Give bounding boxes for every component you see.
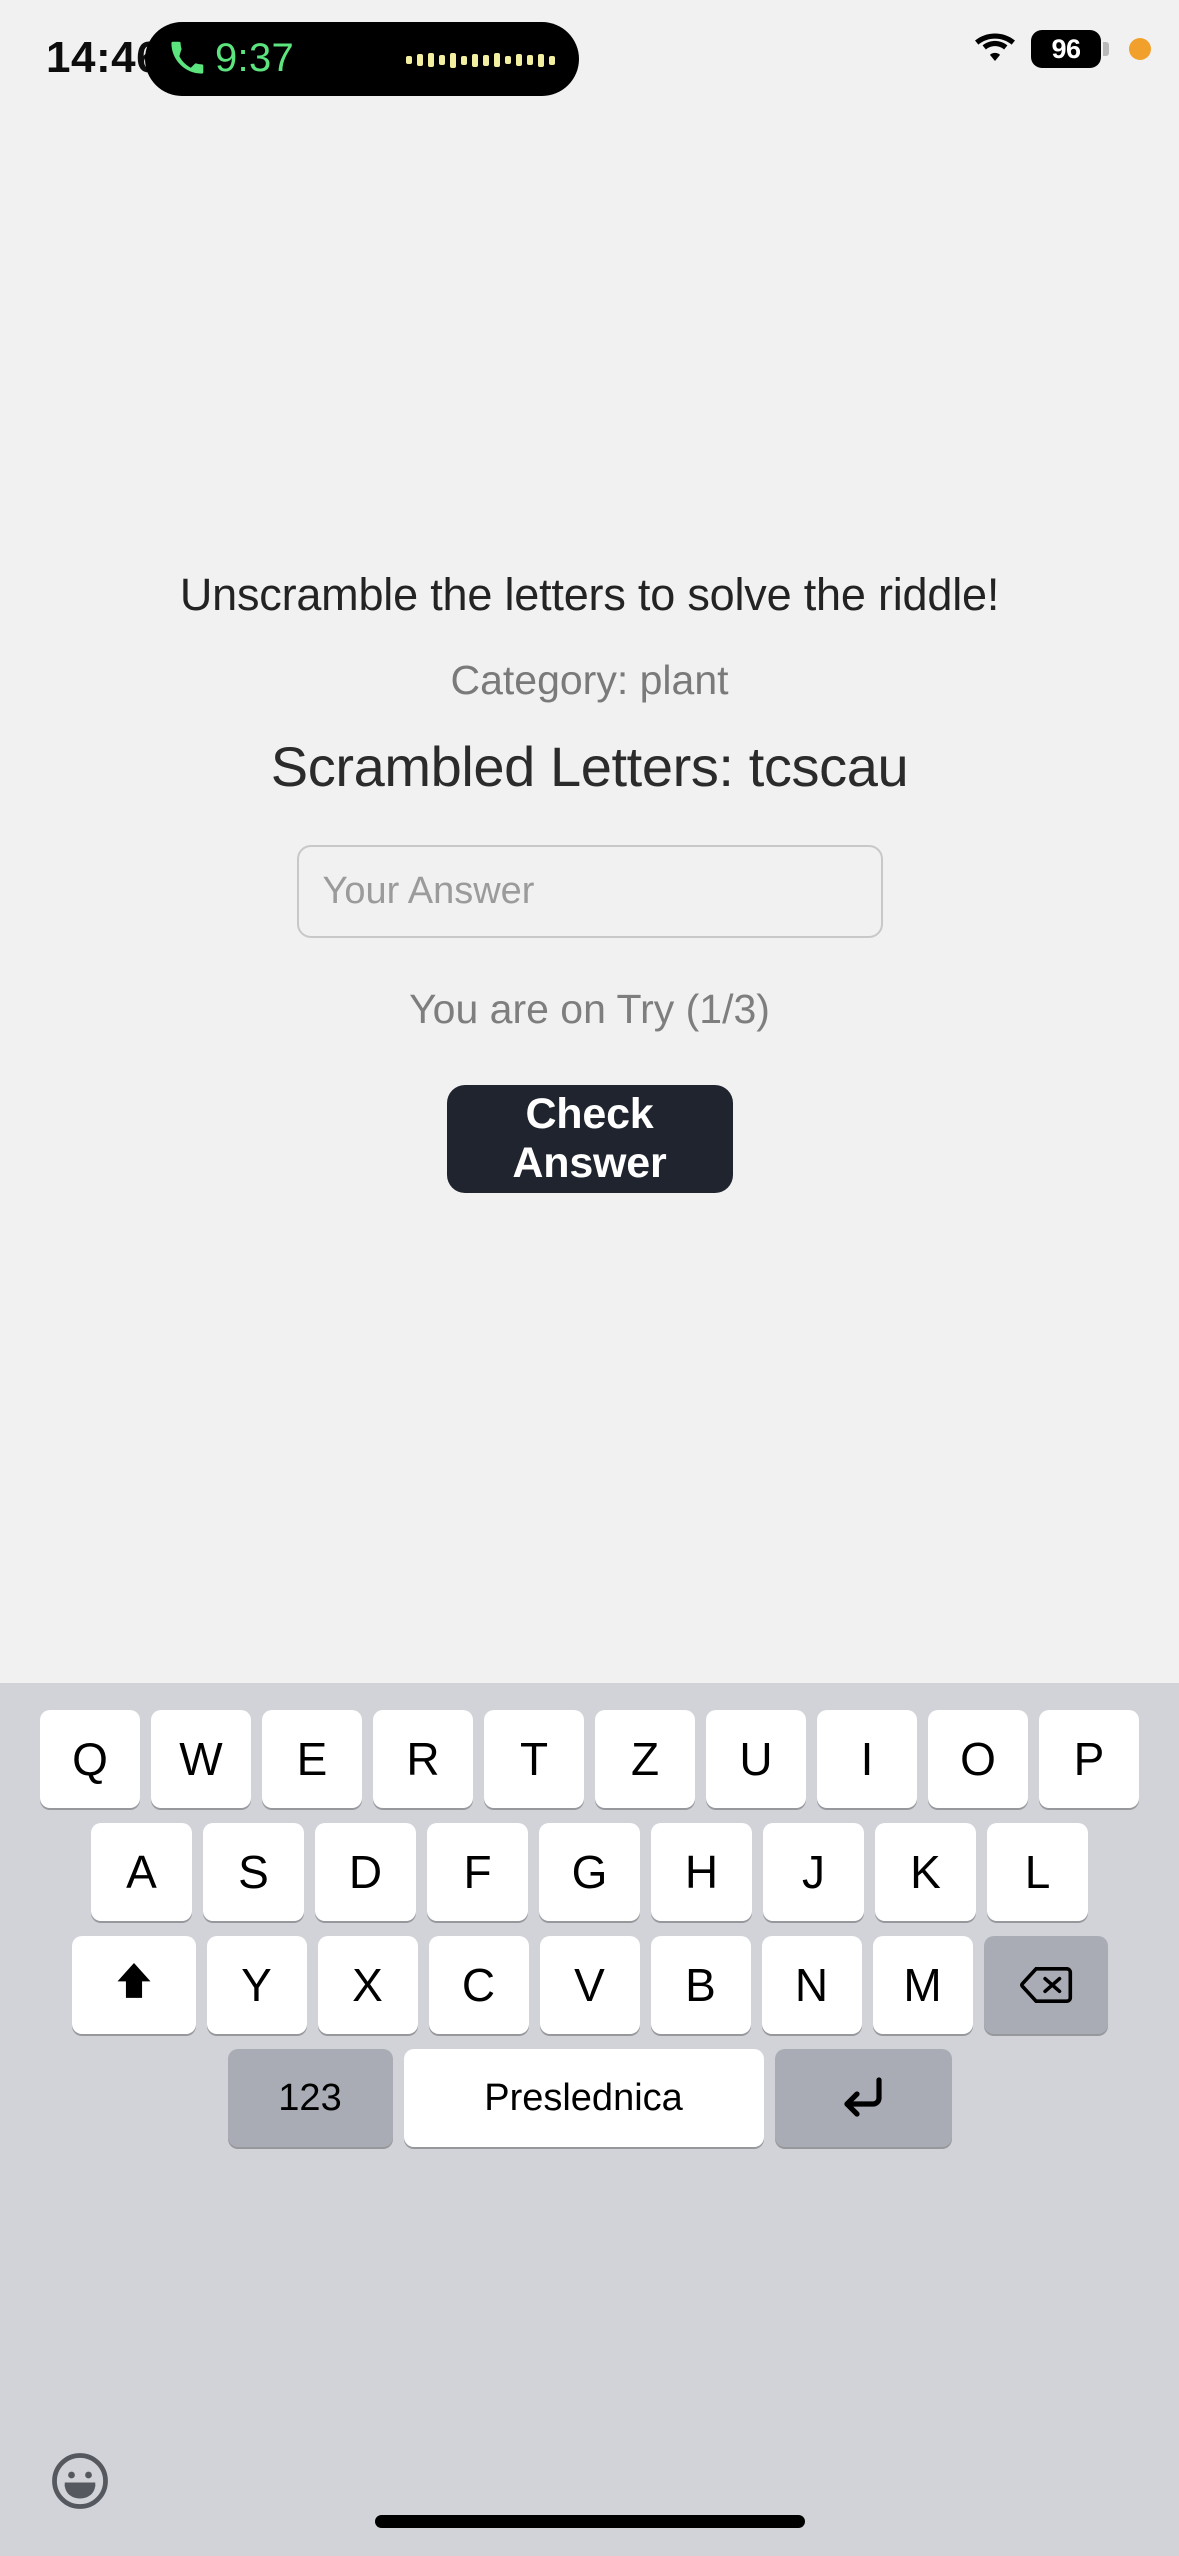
backspace-delete-icon: [1019, 1967, 1072, 2003]
key-s[interactable]: S: [203, 1823, 304, 1921]
keyboard-row-2: A S D F G H J K L: [0, 1808, 1179, 1921]
keyboard-row-3: Y X C V B N M: [0, 1921, 1179, 2034]
shift-key[interactable]: [71, 1936, 196, 2034]
space-key[interactable]: Preslednica: [403, 2049, 764, 2147]
key-v[interactable]: V: [539, 1936, 640, 2034]
key-g[interactable]: G: [539, 1823, 640, 1921]
key-k[interactable]: K: [875, 1823, 976, 1921]
home-indicator: [374, 2515, 805, 2528]
call-waveform-icon: [406, 52, 555, 68]
scrambled-letters-label: Scrambled Letters: tcscau: [270, 734, 909, 798]
key-u[interactable]: U: [706, 1710, 806, 1808]
try-status-text: You are on Try (1/3): [409, 985, 770, 1032]
return-key[interactable]: [774, 2049, 952, 2147]
privacy-indicator-dot: [1129, 38, 1151, 60]
keyboard-row-1: Q W E R T Z U I O P: [0, 1683, 1179, 1808]
keyboard-bottom-bar: [0, 2443, 1179, 2556]
key-z[interactable]: Z: [595, 1710, 695, 1808]
key-e[interactable]: E: [262, 1710, 362, 1808]
backspace-key[interactable]: [983, 1936, 1108, 2034]
shift-arrow-up-icon: [117, 1963, 150, 1998]
battery-percent: 96: [1051, 33, 1081, 64]
key-t[interactable]: T: [484, 1710, 584, 1808]
answer-input[interactable]: [296, 844, 883, 938]
key-w[interactable]: W: [151, 1710, 251, 1808]
dynamic-island[interactable]: 9:37: [145, 22, 579, 96]
key-p[interactable]: P: [1039, 1710, 1139, 1808]
key-h[interactable]: H: [651, 1823, 752, 1921]
key-i[interactable]: I: [817, 1710, 917, 1808]
battery-indicator: 96: [1031, 30, 1109, 68]
phone-icon: [171, 41, 204, 74]
battery-tip: [1103, 42, 1109, 56]
riddle-game-content: Unscramble the letters to solve the ridd…: [0, 118, 1179, 1683]
return-enter-icon: [844, 2077, 882, 2117]
key-j[interactable]: J: [763, 1823, 864, 1921]
status-bar-right: 96: [973, 30, 1151, 68]
status-bar: 14:46 9:37 96: [0, 0, 1179, 118]
key-m[interactable]: M: [872, 1936, 973, 2034]
numeric-mode-key[interactable]: 123: [227, 2049, 393, 2147]
key-n[interactable]: N: [761, 1936, 862, 2034]
category-label: Category: plant: [450, 656, 729, 703]
call-duration: 9:37: [215, 36, 295, 80]
key-c[interactable]: C: [428, 1936, 529, 2034]
key-d[interactable]: D: [315, 1823, 416, 1921]
key-y[interactable]: Y: [206, 1936, 307, 2034]
key-a[interactable]: A: [91, 1823, 192, 1921]
key-l[interactable]: L: [987, 1823, 1088, 1921]
game-prompt: Unscramble the letters to solve the ridd…: [179, 568, 1000, 620]
key-q[interactable]: Q: [40, 1710, 140, 1808]
key-o[interactable]: O: [928, 1710, 1028, 1808]
key-x[interactable]: X: [317, 1936, 418, 2034]
wifi-icon: [975, 33, 1015, 61]
onscreen-keyboard: Q W E R T Z U I O P A S D F G H J K L Y …: [0, 1683, 1179, 2556]
key-r[interactable]: R: [373, 1710, 473, 1808]
check-answer-button[interactable]: Check Answer: [446, 1084, 733, 1193]
emoji-smiley-icon[interactable]: [50, 2451, 110, 2511]
keyboard-row-4: 123 Preslednica: [0, 2034, 1179, 2147]
key-b[interactable]: B: [650, 1936, 751, 2034]
status-bar-clock: 14:46: [46, 33, 162, 82]
key-f[interactable]: F: [427, 1823, 528, 1921]
phone-screen: 14:46 9:37 96 Unscramble the letters to …: [0, 0, 1179, 2556]
